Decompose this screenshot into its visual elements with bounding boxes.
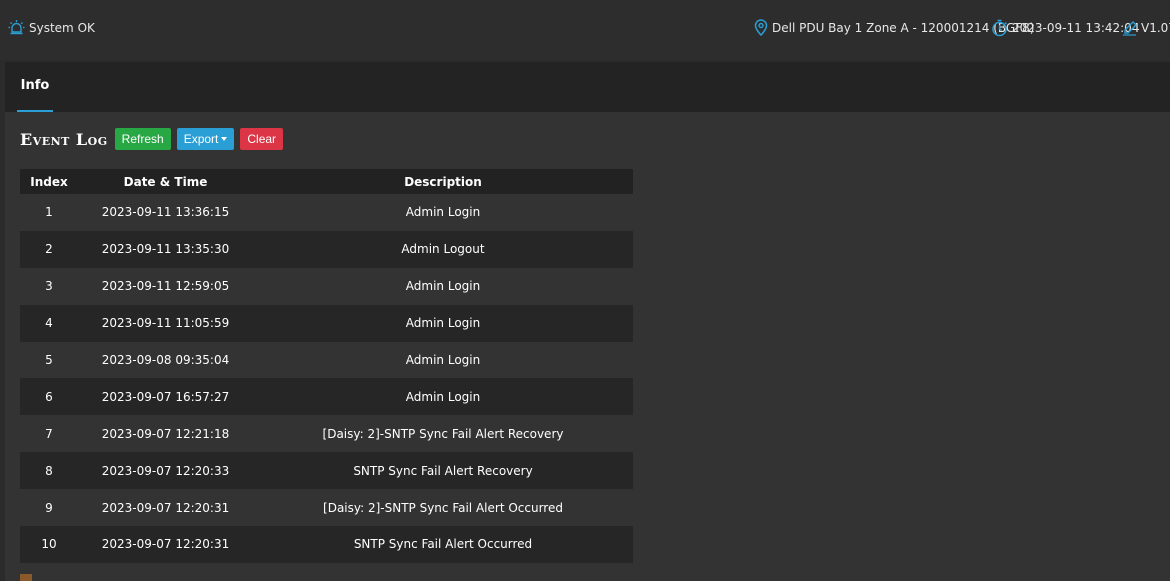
cell-description: Admin Login <box>405 353 481 367</box>
cell-description: [Daisy: 2]-SNTP Sync Fail Alert Occurred <box>323 500 563 515</box>
cell-description: Admin Logout <box>401 242 485 257</box>
system-status[interactable]: System OK <box>8 19 95 36</box>
clear-button[interactable]: Clear <box>240 128 284 150</box>
taskbar-app-icon <box>20 574 32 581</box>
table-row: 5 2023-09-08 09:35:04 Admin Login <box>20 341 633 379</box>
cell-datetime: 2023-09-11 12:59:05 <box>101 279 230 294</box>
tab-info[interactable]: Info <box>17 62 53 112</box>
column-header-datetime[interactable]: Date & Time <box>78 169 253 194</box>
refresh-button-label: Refresh <box>121 132 164 146</box>
clock-icon <box>992 19 1007 37</box>
cell-datetime: 2023-09-11 13:36:15 <box>101 205 230 220</box>
cell-index: 4 <box>45 316 53 331</box>
cell-description: SNTP Sync Fail Alert Recovery <box>353 463 533 478</box>
cell-index: 5 <box>45 353 53 367</box>
cell-description: Admin Login <box>405 279 481 294</box>
column-header-description[interactable]: Description <box>253 169 633 194</box>
event-log-toolbar: Event Log Refresh Export Clear <box>20 128 289 150</box>
refresh-button[interactable]: Refresh <box>114 128 171 150</box>
table-header-row: Index Date & Time Description <box>20 169 633 194</box>
column-header-index[interactable]: Index <box>20 169 78 194</box>
cell-datetime: 2023-09-07 12:21:18 <box>101 426 230 441</box>
table-row: 2 2023-09-11 13:35:30 Admin Logout <box>20 230 633 268</box>
cell-description: Admin Login <box>405 389 481 404</box>
cell-datetime: 2023-09-07 16:57:27 <box>101 389 230 404</box>
firmware-version: V1.07B <box>1141 20 1170 35</box>
datetime-info: 2023-09-11 13:42:04 <box>991 19 1139 37</box>
table-row: 1 2023-09-11 13:36:15 Admin Login <box>20 194 633 231</box>
export-button[interactable]: Export <box>176 128 235 150</box>
table-row: 8 2023-09-07 12:20:33 SNTP Sync Fail Ale… <box>20 452 633 490</box>
table-row: 10 2023-09-07 12:20:31 SNTP Sync Fail Al… <box>20 526 633 563</box>
table-row: 4 2023-09-11 11:05:59 Admin Login <box>20 304 633 342</box>
pencil-icon <box>1123 21 1137 36</box>
cell-description: SNTP Sync Fail Alert Occurred <box>353 537 533 552</box>
cell-index: 2 <box>45 242 53 257</box>
table-row: 9 2023-09-07 12:20:31 [Daisy: 2]-SNTP Sy… <box>20 489 633 527</box>
caret-down-icon <box>221 137 228 141</box>
cell-datetime: 2023-09-07 12:20:33 <box>101 463 230 478</box>
cell-index: 1 <box>45 205 53 220</box>
table-row: 7 2023-09-07 12:21:18 [Daisy: 2]-SNTP Sy… <box>20 415 633 453</box>
cell-datetime: 2023-09-11 13:35:30 <box>101 242 230 257</box>
cell-index: 9 <box>45 500 53 515</box>
clear-button-label: Clear <box>247 132 277 146</box>
cell-index: 7 <box>45 426 53 441</box>
content-panel: Info Event Log Refresh Export Clear Inde… <box>5 62 1170 581</box>
event-log-table: Index Date & Time Description 1 2023-09-… <box>20 169 633 563</box>
top-bar: System OK Dell PDU Bay 1 Zone A - 120001… <box>0 0 1170 60</box>
cell-datetime: 2023-09-07 12:20:31 <box>101 537 230 552</box>
export-button-label: Export <box>183 132 219 146</box>
current-datetime: 2023-09-11 13:42:04 <box>1012 21 1140 35</box>
alarm-icon <box>8 20 25 35</box>
cell-description: Admin Login <box>405 316 481 331</box>
cell-index: 3 <box>45 279 53 294</box>
cell-index: 10 <box>41 537 57 552</box>
table-row: 3 2023-09-11 12:59:05 Admin Login <box>20 267 633 305</box>
tab-bar: Info <box>5 62 1170 112</box>
cell-datetime: 2023-09-11 11:05:59 <box>101 316 230 331</box>
cell-index: 6 <box>45 389 53 404</box>
cell-datetime: 2023-09-07 12:20:31 <box>101 500 230 515</box>
page-title: Event Log <box>20 129 108 149</box>
cell-description: [Daisy: 2]-SNTP Sync Fail Alert Recovery <box>322 426 564 441</box>
status-text: System OK <box>29 20 95 35</box>
cell-description: Admin Login <box>405 205 481 220</box>
cell-index: 8 <box>45 463 53 478</box>
cell-datetime: 2023-09-08 09:35:04 <box>101 353 230 367</box>
location-pin-icon <box>754 19 768 37</box>
version-info: V1.07B <box>1122 19 1170 36</box>
table-row: 6 2023-09-07 16:57:27 Admin Login <box>20 378 633 416</box>
